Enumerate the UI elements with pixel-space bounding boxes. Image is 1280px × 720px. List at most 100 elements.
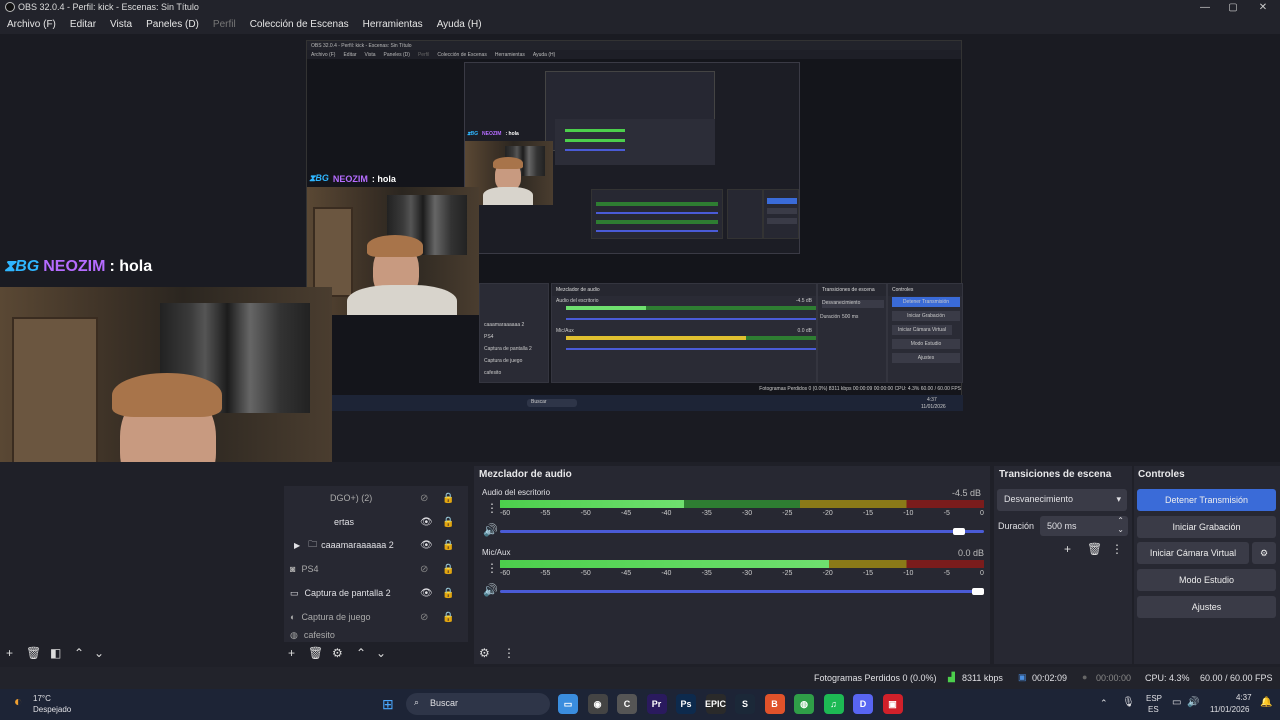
taskbar-app-steam[interactable]: S	[735, 694, 755, 714]
source-item[interactable]: ◍ cafesito	[290, 629, 460, 641]
track2-volume-knob[interactable]	[972, 588, 984, 595]
language[interactable]: ESP	[1146, 694, 1162, 703]
source-item[interactable]: ▭ Captura de pantalla 2 👁 🔒	[290, 581, 460, 605]
nested-mixer-dock: Mezclador de audio Audio del escritorio …	[551, 283, 817, 383]
taskbar-app-files[interactable]: ▭	[558, 694, 578, 714]
track1-meter-fill	[500, 500, 684, 508]
nested-controls-dock: Controles Detener Transmisión Iniciar Gr…	[887, 283, 963, 383]
nested-statusbar: Fotogramas Perdidos 0 (0.0%) 8311 kbps 0…	[759, 386, 961, 392]
track-name: Audio del escritorio	[482, 488, 551, 497]
taskbar-app-spotify[interactable]: ♫	[823, 694, 844, 714]
remove-source-icon[interactable]: 🗑	[308, 646, 323, 660]
mic-icon[interactable]: 🎙	[1122, 697, 1135, 708]
nested-transitions-dock: Transiciones de escena Desvanecimiento D…	[817, 283, 887, 383]
track1-volume-slider[interactable]	[500, 530, 984, 533]
source-group[interactable]: ▶ 🗀 caaamaraaaaaa 2 👁 🔒	[290, 533, 460, 557]
taskbar-app-chrome[interactable]: ◍	[794, 694, 814, 714]
volume-icon[interactable]: 🔊	[483, 583, 498, 597]
remove-scene-icon[interactable]: 🗑	[26, 646, 41, 660]
menu-paneles[interactable]: Paneles (D)	[146, 19, 199, 30]
maximize-button[interactable]: ▢	[1218, 0, 1248, 14]
track-menu-icon[interactable]: ⋮	[486, 501, 498, 515]
windows-start-icon[interactable]: ⊞	[382, 696, 394, 713]
network-icon[interactable]: ▭	[1172, 697, 1181, 708]
menu-perfil[interactable]: Perfil	[213, 19, 236, 30]
track-menu-icon[interactable]: ⋮	[486, 561, 498, 575]
clock-date[interactable]: 11/01/2026	[1210, 705, 1249, 714]
weather-desc[interactable]: Despejado	[33, 705, 71, 714]
move-down-icon[interactable]: ⌄	[94, 646, 104, 660]
signal-icon: ▟	[948, 672, 955, 682]
transition-menu-icon[interactable]: ⋮	[1111, 542, 1123, 556]
advanced-audio-icon[interactable]: ⚙	[479, 646, 490, 660]
add-transition-icon[interactable]: +	[1064, 542, 1071, 556]
taskbar-app-epic[interactable]: EPIC	[705, 694, 726, 714]
start-recording-button[interactable]: Iniciar Grabación	[1137, 516, 1276, 538]
source-item[interactable]: DGO+) (2) ⊘ 🔒	[290, 486, 460, 510]
lock-icon: 🔒	[442, 587, 455, 599]
virtual-camera-settings-icon[interactable]: ⚙	[1252, 542, 1276, 564]
speaker-icon[interactable]: 🔊	[1187, 697, 1199, 708]
menu-herramientas[interactable]: Herramientas	[363, 19, 423, 30]
dropped-frames: Fotogramas Perdidos 0 (0.0%)	[814, 673, 937, 683]
notification-icon[interactable]: 🔔	[1260, 697, 1272, 708]
filter-icon[interactable]: ◧	[50, 646, 61, 660]
close-button[interactable]: ✕	[1248, 0, 1278, 14]
taskbar-app-obs[interactable]: ◉	[587, 694, 608, 714]
minimize-button[interactable]: —	[1190, 0, 1220, 14]
taskbar-app-premiere[interactable]: Pr	[646, 694, 667, 714]
studio-mode-button[interactable]: Modo Estudio	[1137, 569, 1276, 591]
kick-bg-logo: ⧗BG	[4, 258, 40, 275]
taskbar-app-discord[interactable]: D	[853, 694, 873, 714]
mixer-title: Mezclador de audio	[479, 469, 572, 480]
mixer-menu-icon[interactable]: ⋮	[503, 646, 515, 660]
weather-icon[interactable]: ◐	[14, 693, 22, 709]
nested-mixer-3	[555, 119, 715, 165]
dropdown-arrow-icon: ▾	[1116, 494, 1121, 504]
chat-username: NEOZIM	[43, 258, 106, 275]
duration-input[interactable]: 500 ms ⌃ ⌄	[1040, 516, 1128, 536]
language-sub[interactable]: ES	[1148, 705, 1159, 714]
menu-ayuda[interactable]: Ayuda (H)	[437, 19, 482, 30]
nested-titlebar: OBS 32.0.4 - Perfil: kick - Escenas: Sin…	[307, 41, 961, 50]
taskbar: ◐ 17°C Despejado ⊞ ⌕ Buscar ⌃ 🎙 ESP ES ▭ …	[0, 689, 1280, 720]
screen-capture-source: OBS 32.0.4 - Perfil: kick - Escenas: Sin…	[306, 40, 963, 411]
add-source-icon[interactable]: +	[288, 646, 295, 660]
move-up-icon[interactable]: ⌃	[74, 646, 84, 660]
cpu-usage: CPU: 4.3%	[1145, 673, 1190, 683]
taskbar-app-copilot[interactable]: C	[617, 694, 637, 714]
menu-editar[interactable]: Editar	[70, 19, 96, 30]
track1-volume-knob[interactable]	[953, 528, 966, 535]
stop-stream-button[interactable]: Detener Transmisión	[1137, 489, 1276, 511]
transition-select[interactable]: Desvanecimiento ▾	[997, 489, 1127, 511]
add-scene-icon[interactable]: +	[6, 646, 13, 660]
chat-overlay: ⧗BG NEOZIM : hola	[4, 258, 152, 276]
menu-archivo[interactable]: Archivo (F)	[7, 19, 56, 30]
tray-chevron-icon[interactable]: ⌃	[1100, 698, 1108, 709]
record-time: 00:00:00	[1096, 673, 1132, 683]
settings-button[interactable]: Ajustes	[1137, 596, 1276, 618]
nested-menubar: Archivo (F) Editar Vista Paneles (D) Perfil C…	[307, 50, 961, 59]
source-down-icon[interactable]: ⌄	[376, 646, 386, 660]
taskbar-search[interactable]: ⌕ Buscar	[406, 693, 550, 715]
remove-transition-icon[interactable]: 🗑	[1087, 542, 1102, 556]
taskbar-app-app-red[interactable]: ▣	[882, 694, 903, 714]
source-up-icon[interactable]: ⌃	[356, 646, 366, 660]
source-item[interactable]: ertas 👁 🔒	[290, 510, 460, 534]
source-item[interactable]: ◐ Captura de juego ⊘ 🔒	[290, 605, 460, 629]
menu-coleccion-escenas[interactable]: Colección de Escenas	[250, 19, 349, 30]
weather-temp[interactable]: 17°C	[33, 694, 51, 703]
menu-bar: Archivo (F) Editar Vista Paneles (D) Per…	[0, 14, 1280, 34]
search-icon: ⌕	[414, 697, 420, 707]
clock-time[interactable]: 4:37	[1236, 693, 1252, 702]
menu-vista[interactable]: Vista	[110, 19, 132, 30]
source-settings-icon[interactable]: ⚙	[332, 646, 343, 660]
taskbar-app-brave[interactable]: B	[764, 694, 785, 714]
source-item[interactable]: ◙ PS4 ⊘ 🔒	[290, 557, 460, 581]
track2-volume-slider[interactable]	[500, 590, 984, 593]
taskbar-app-photoshop[interactable]: Ps	[676, 694, 696, 714]
hidden-eye-icon: ⊘	[420, 563, 429, 575]
start-virtual-camera-button[interactable]: Iniciar Cámara Virtual	[1137, 542, 1249, 564]
stepper-icon: ⌃ ⌄	[1117, 516, 1124, 534]
volume-icon[interactable]: 🔊	[483, 523, 498, 537]
